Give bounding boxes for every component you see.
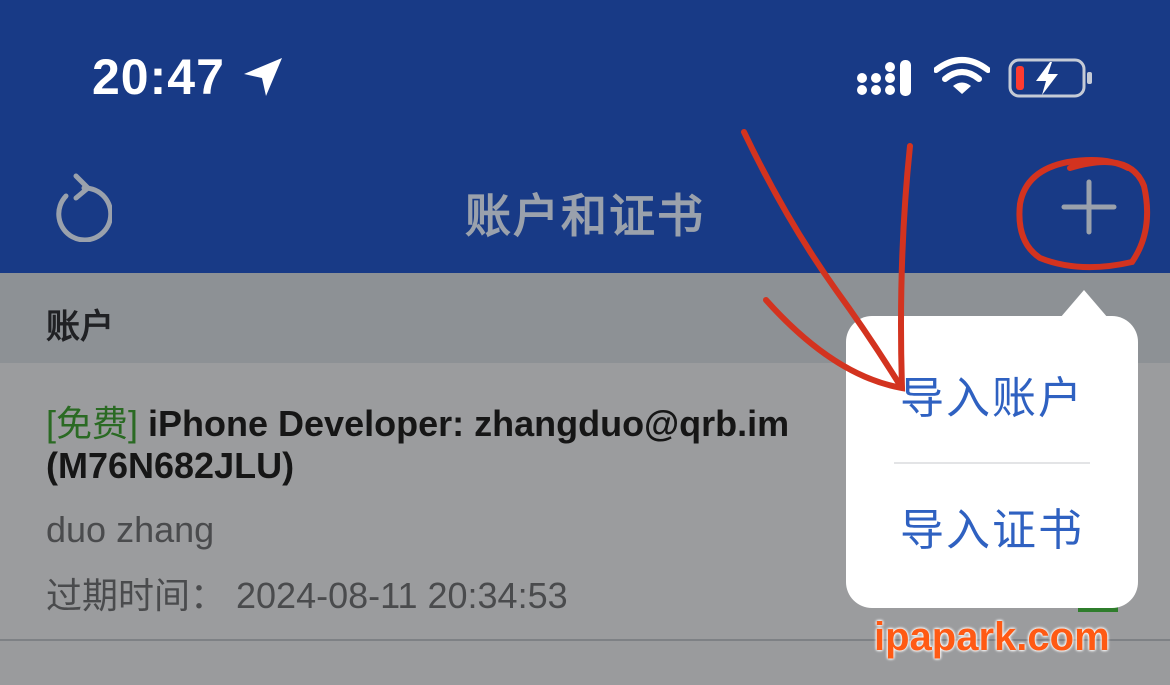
menu-divider [894,462,1090,464]
location-arrow-icon [244,58,282,96]
import-certificate-menu-item[interactable]: 导入证书 [846,466,1138,596]
free-tag: [免费] [46,403,139,444]
navigation-bar: 账户和证书 [0,140,1170,273]
account-expiry: 过期时间： 2024-08-11 20:34:53 [46,575,568,616]
section-title: 账户 [46,307,114,347]
status-bar: 20:47 [0,0,1170,140]
watermark: ipapark.com [874,615,1110,659]
page-title: 账户和证书 [465,189,705,243]
red-arrow-annotation [741,129,913,392]
popover-arrow [1060,290,1108,318]
cellular-signal-icon [857,60,911,96]
account-team-id: (M76N682JLU) [46,445,295,486]
wifi-icon [934,57,990,94]
battery-charging-icon [1008,58,1092,98]
red-circle-annotation [1016,157,1151,271]
account-developer-name: iPhone Developer: zhangduo@qrb.im [138,403,790,444]
status-time: 20:47 [92,49,225,105]
account-holder-name: duo zhang [46,509,215,550]
